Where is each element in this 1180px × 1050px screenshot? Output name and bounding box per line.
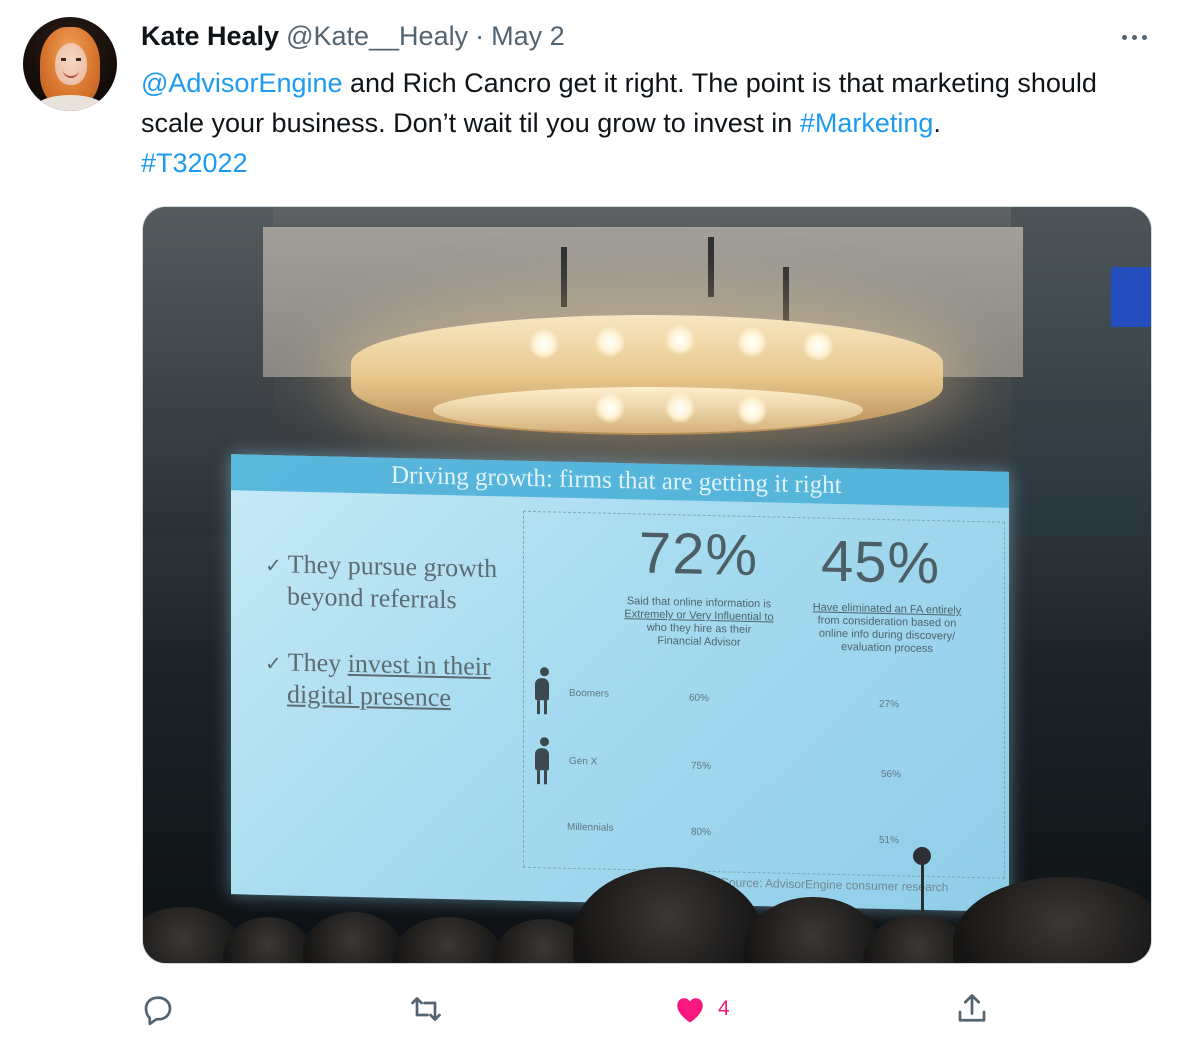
millennials-value-1: 80% [691,826,712,839]
check-icon: ✓ [265,652,282,676]
slide-bullet-1: ✓ They pursue growth beyond referrals [265,549,498,615]
retweet-button[interactable] [408,984,444,1034]
check-icon: ✓ [265,554,282,578]
gen-label-boomers: Boomers [569,687,610,700]
hashtag-t32022[interactable]: #T32022 [141,148,248,178]
boomers-value-1: 60% [689,692,710,705]
avatar[interactable] [23,17,117,111]
gen-label-gen-x: Gen X [569,755,598,768]
stat-72: 72% [639,520,759,589]
tweet-photo[interactable]: Driving growth: firms that are getting i… [142,206,1152,964]
stat1-description: Said that online information is Extremel… [624,595,774,649]
tweet-header: Kate Healy @Kate__Healy · May 2 [141,21,565,55]
gen-x-icon [535,737,549,785]
tweet-date[interactable]: May 2 [491,21,565,52]
gen-x-value-1: 75% [691,760,712,773]
slide-title: Driving growth: firms that are getting i… [231,454,1009,508]
reply-icon [144,996,172,1026]
stat-45: 45% [821,528,941,597]
heart-icon [677,998,703,1023]
boomers-value-2: 27% [879,698,900,711]
gen-x-value-2: 56% [881,768,902,781]
author-handle[interactable]: @Kate__Healy [286,21,468,52]
audience [143,857,1151,963]
tweet-period: . [933,108,941,138]
mention-link[interactable]: @AdvisorEngine [141,68,343,98]
share-icon [958,994,986,1022]
share-button[interactable] [954,984,990,1034]
tweet-text: @AdvisorEngine and Rich Cancro get it ri… [141,63,1161,183]
stat2-description: Have eliminated an FA entirely from cons… [812,601,962,656]
boomer-icon [535,667,549,715]
separator-dot: · [475,21,485,51]
tweet-actions: 4 [0,984,1180,1034]
more-icon[interactable] [1112,22,1156,52]
slide-bullet-2: ✓ They invest in their digital presence [265,647,491,713]
like-count: 4 [718,997,730,1020]
gen-label-millennials: Millennials [567,821,614,834]
hashtag-marketing[interactable]: #Marketing [800,108,934,138]
millennials-value-2: 51% [879,834,900,847]
reply-button[interactable] [140,984,176,1034]
author-name[interactable]: Kate Healy [141,21,279,52]
like-button[interactable]: 4 [672,984,730,1034]
retweet-icon [411,997,441,1021]
tweet: Kate Healy @Kate__Healy · May 2 @Advisor… [0,0,1180,1050]
presentation-slide: Driving growth: firms that are getting i… [231,454,1009,912]
